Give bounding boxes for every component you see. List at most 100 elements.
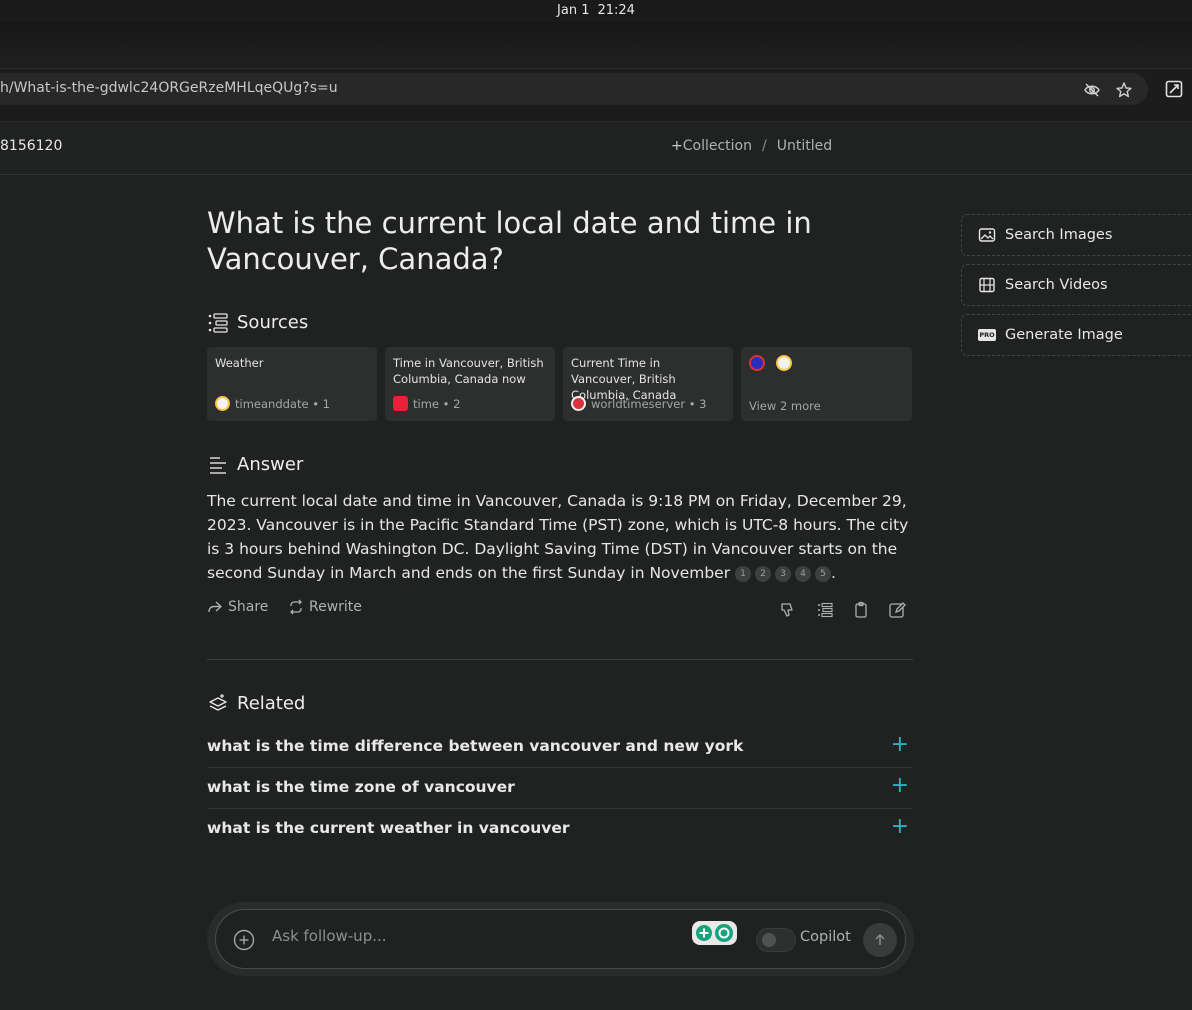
source-title: Weather xyxy=(215,356,264,370)
image-icon xyxy=(978,228,996,242)
related-item-text: what is the current weather in vancouver xyxy=(207,819,570,837)
related-item[interactable]: what is the time zone of vancouver + xyxy=(207,768,913,809)
more-sources-favicons xyxy=(749,355,904,371)
bookmark-star-icon[interactable] xyxy=(1115,81,1133,99)
collection-label: Collection xyxy=(682,138,752,154)
citation[interactable]: 3 xyxy=(775,566,792,582)
copilot-toggle[interactable] xyxy=(756,928,796,952)
answer-heading-label: Answer xyxy=(237,454,304,475)
os-time: 21:24 xyxy=(597,3,635,18)
related-heading: Related xyxy=(207,693,305,714)
rewrite-label: Rewrite xyxy=(309,599,362,615)
source-index: 3 xyxy=(699,396,707,411)
answer-heading: Answer xyxy=(207,454,303,475)
browser-toolbar: h/What-is-the-gdwlc24ORGeRzeMHLqeQUg?s=u xyxy=(0,68,1192,108)
source-card[interactable]: Time in Vancouver, British Columbia, Can… xyxy=(385,347,555,421)
followup-input[interactable] xyxy=(272,927,672,945)
share-label: Share xyxy=(228,599,269,615)
eye-off-icon[interactable] xyxy=(1083,81,1101,99)
source-card[interactable]: Weather timeanddate • 1 xyxy=(207,347,377,421)
rewrite-icon xyxy=(290,599,302,615)
plus-icon[interactable]: + xyxy=(891,816,909,838)
generate-image-label: Generate Image xyxy=(1005,327,1123,343)
breadcrumb: +Collection / Untitled xyxy=(671,138,832,154)
copilot-label: Copilot xyxy=(800,929,851,945)
plus-icon[interactable]: + xyxy=(891,775,909,797)
share-icon xyxy=(208,601,222,613)
source-meta: time • 2 xyxy=(393,396,460,411)
citation[interactable]: 4 xyxy=(795,566,812,582)
related-item[interactable]: what is the time difference between vanc… xyxy=(207,727,913,768)
answer-text: The current local date and time in Vanco… xyxy=(207,489,913,585)
thread-id: 8156120 xyxy=(0,138,63,154)
related-list: what is the time difference between vanc… xyxy=(207,727,913,850)
arrow-up-icon xyxy=(875,933,885,945)
source-index: 1 xyxy=(322,396,330,411)
plus-icon[interactable]: + xyxy=(891,734,909,756)
source-meta: timeanddate • 1 xyxy=(215,396,330,411)
view-more-sources-button[interactable]: View 2 more xyxy=(741,347,912,421)
sources-list-icon[interactable] xyxy=(816,601,834,619)
grammarly-widget[interactable] xyxy=(692,921,737,945)
sources-list: Weather timeanddate • 1 Time in Vancouve… xyxy=(207,347,913,421)
source-title: Time in Vancouver, British Columbia, Can… xyxy=(393,356,544,386)
os-clock[interactable]: Jan 1 21:24 xyxy=(0,3,1192,18)
app-header: 8156120 +Collection / Untitled xyxy=(0,122,1192,175)
address-bar[interactable]: h/What-is-the-gdwlc24ORGeRzeMHLqeQUg?s=u xyxy=(0,73,1148,105)
search-images-button[interactable]: Search Images xyxy=(961,214,1192,256)
extension-icon[interactable] xyxy=(1165,80,1183,98)
sources-heading-label: Sources xyxy=(237,312,309,333)
thumbs-down-icon[interactable] xyxy=(779,601,797,619)
source-meta: worldtimeserver • 3 xyxy=(571,396,707,411)
plus-icon: + xyxy=(671,138,683,154)
attach-plus-icon[interactable] xyxy=(233,929,255,951)
pro-badge-icon: PRO xyxy=(978,329,996,341)
breadcrumb-separator: / xyxy=(761,138,767,154)
thread-title[interactable]: Untitled xyxy=(777,138,832,154)
source-site: timeanddate xyxy=(235,396,309,411)
os-date: Jan 1 xyxy=(557,3,590,18)
answer-actions: Share Rewrite xyxy=(207,599,913,623)
citation[interactable]: 1 xyxy=(735,566,752,582)
share-button[interactable]: Share xyxy=(207,599,268,615)
time-favicon-icon xyxy=(393,396,408,411)
citation[interactable]: 2 xyxy=(755,566,772,582)
os-top-bar: Jan 1 21:24 xyxy=(0,0,1192,22)
followup-bar: Copilot xyxy=(215,909,906,969)
sources-icon xyxy=(208,312,228,333)
source-site: worldtimeserver xyxy=(591,396,686,411)
related-item[interactable]: what is the current weather in vancouver… xyxy=(207,809,913,850)
view-more-label: View 2 more xyxy=(749,399,821,413)
browser-tab-strip xyxy=(0,22,1192,68)
related-icon xyxy=(209,693,227,711)
search-images-label: Search Images xyxy=(1005,227,1113,243)
answer-icon xyxy=(210,456,226,474)
search-videos-label: Search Videos xyxy=(1005,277,1108,293)
rewrite-button[interactable]: Rewrite xyxy=(288,599,362,615)
browser-toolbar-divider xyxy=(0,108,1192,122)
add-collection-button[interactable]: +Collection xyxy=(671,138,752,154)
answer-end: . xyxy=(831,564,836,582)
source-index: 2 xyxy=(453,396,461,411)
grammarly-icon xyxy=(696,924,733,942)
generate-image-button[interactable]: PRO Generate Image xyxy=(961,314,1192,356)
source-card[interactable]: Current Time in Vancouver, British Colum… xyxy=(563,347,733,421)
source-site: time xyxy=(413,396,439,411)
submit-button[interactable] xyxy=(863,923,897,957)
source-favicon-icon xyxy=(749,355,765,371)
related-heading-label: Related xyxy=(237,693,306,714)
timeanddate-favicon-icon xyxy=(215,396,230,411)
copy-icon[interactable] xyxy=(852,601,870,619)
section-divider xyxy=(207,659,913,660)
address-bar-url: h/What-is-the-gdwlc24ORGeRzeMHLqeQUg?s=u xyxy=(0,80,338,96)
worldtimeserver-favicon-icon xyxy=(571,396,586,411)
related-item-text: what is the time zone of vancouver xyxy=(207,778,515,796)
sources-heading: Sources xyxy=(207,312,308,333)
related-item-text: what is the time difference between vanc… xyxy=(207,737,744,755)
citation[interactable]: 5 xyxy=(815,566,832,582)
question-title: What is the current local date and time … xyxy=(207,206,812,276)
followup-container: Copilot xyxy=(207,902,914,976)
source-favicon-icon xyxy=(776,355,792,371)
edit-icon[interactable] xyxy=(888,601,906,619)
search-videos-button[interactable]: Search Videos xyxy=(961,264,1192,306)
